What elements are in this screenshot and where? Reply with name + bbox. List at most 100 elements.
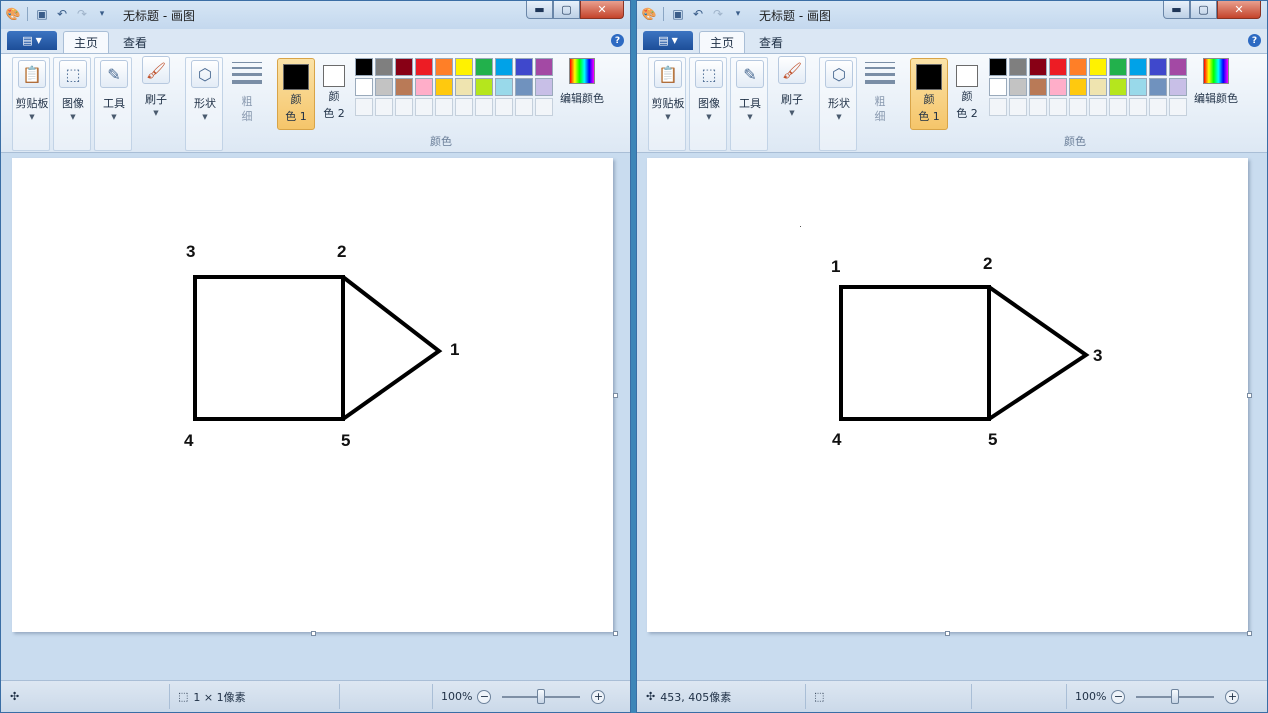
edit-colors-button[interactable]: 编辑颜色 (1191, 58, 1241, 106)
redo-icon[interactable]: ↷ (710, 6, 726, 22)
palette-color-swatch[interactable] (395, 58, 413, 76)
palette-custom-slot[interactable] (495, 98, 513, 116)
maximize-button[interactable]: ▢ (553, 1, 580, 19)
palette-color-swatch[interactable] (1089, 58, 1107, 76)
zoom-slider[interactable] (1136, 688, 1215, 704)
minimize-button[interactable]: ▬ (526, 1, 553, 19)
palette-color-swatch[interactable] (989, 58, 1007, 76)
palette-color-swatch[interactable] (475, 78, 493, 96)
palette-color-swatch[interactable] (1009, 58, 1027, 76)
tools-button[interactable]: ✎ 工具 ▼ (95, 60, 133, 121)
clipboard-button[interactable]: 📋 剪贴板 ▼ (649, 60, 687, 121)
edit-colors-button[interactable]: 编辑颜色 (557, 58, 607, 106)
palette-color-swatch[interactable] (415, 78, 433, 96)
shapes-button[interactable]: ⬡ 形状 ▼ (820, 60, 858, 121)
palette-custom-slot[interactable] (475, 98, 493, 116)
resize-handle-bottom[interactable] (311, 631, 316, 636)
palette-custom-slot[interactable] (375, 98, 393, 116)
palette-color-swatch[interactable] (1089, 78, 1107, 96)
brushes-button[interactable]: 🖌 刷子 ▼ (773, 56, 811, 117)
palette-color-swatch[interactable] (1109, 58, 1127, 76)
palette-custom-slot[interactable] (455, 98, 473, 116)
resize-handle-right[interactable] (613, 393, 618, 398)
maximize-button[interactable]: ▢ (1190, 1, 1217, 19)
undo-icon[interactable]: ↶ (54, 6, 70, 22)
title-bar[interactable]: 🎨 ▣ ↶ ↷ ▾ 无标题 - 画图 ▬ ▢ ✕ (1, 1, 630, 29)
zoom-in-icon[interactable]: + (1225, 689, 1240, 704)
palette-color-swatch[interactable] (1129, 78, 1147, 96)
palette-color-swatch[interactable] (375, 58, 393, 76)
tab-home[interactable]: 主页 (63, 31, 110, 53)
palette-color-swatch[interactable] (1149, 58, 1167, 76)
palette-custom-slot[interactable] (355, 98, 373, 116)
palette-color-swatch[interactable] (1169, 78, 1187, 96)
palette-color-swatch[interactable] (989, 78, 1007, 96)
image-button[interactable]: ⬚ 图像 ▼ (54, 60, 92, 121)
paint-app-icon[interactable]: 🎨 (641, 6, 657, 22)
resize-handle-right[interactable] (1247, 393, 1252, 398)
palette-color-swatch[interactable] (1149, 78, 1167, 96)
palette-custom-slot[interactable] (435, 98, 453, 116)
thickness-label[interactable]: 粗 细 (239, 94, 255, 124)
palette-color-swatch[interactable] (435, 78, 453, 96)
help-icon[interactable]: ? (611, 34, 624, 47)
resize-handle-bottom[interactable] (945, 631, 950, 636)
palette-custom-slot[interactable] (1049, 98, 1067, 116)
zoom-slider[interactable] (502, 688, 581, 704)
image-button[interactable]: ⬚ 图像 ▼ (690, 60, 728, 121)
minimize-button[interactable]: ▬ (1163, 1, 1190, 19)
drawing-canvas[interactable]: 3 2 1 4 5 (12, 158, 613, 632)
palette-color-swatch[interactable] (1029, 58, 1047, 76)
color2-button[interactable]: 颜 色 2 (315, 58, 353, 130)
palette-color-swatch[interactable] (355, 78, 373, 96)
palette-color-swatch[interactable] (1169, 58, 1187, 76)
close-button[interactable]: ✕ (1217, 1, 1261, 19)
drawing-canvas[interactable]: 1 2 3 4 5 (647, 158, 1248, 632)
customize-qat-icon[interactable]: ▾ (94, 6, 110, 22)
palette-color-swatch[interactable] (1029, 78, 1047, 96)
color1-button[interactable]: 颜 色 1 (910, 58, 948, 130)
palette-custom-slot[interactable] (1149, 98, 1167, 116)
resize-handle-corner[interactable] (613, 631, 618, 636)
palette-color-swatch[interactable] (495, 78, 513, 96)
tab-view[interactable]: 查看 (749, 31, 793, 53)
palette-custom-slot[interactable] (989, 98, 1007, 116)
palette-color-swatch[interactable] (535, 58, 553, 76)
palette-custom-slot[interactable] (1089, 98, 1107, 116)
zoom-in-icon[interactable]: + (591, 689, 606, 704)
palette-custom-slot[interactable] (415, 98, 433, 116)
thickness-label[interactable]: 粗 细 (872, 94, 888, 124)
palette-custom-slot[interactable] (1109, 98, 1127, 116)
palette-custom-slot[interactable] (515, 98, 533, 116)
palette-custom-slot[interactable] (1029, 98, 1047, 116)
line-width-icon[interactable] (232, 62, 262, 88)
palette-color-swatch[interactable] (435, 58, 453, 76)
color2-button[interactable]: 颜 色 2 (948, 58, 986, 130)
zoom-out-icon[interactable]: − (477, 689, 492, 704)
tools-button[interactable]: ✎ 工具 ▼ (731, 60, 769, 121)
zoom-out-icon[interactable]: − (1111, 689, 1126, 704)
palette-color-swatch[interactable] (455, 58, 473, 76)
save-icon[interactable]: ▣ (670, 6, 686, 22)
palette-color-swatch[interactable] (1049, 78, 1067, 96)
palette-custom-slot[interactable] (1169, 98, 1187, 116)
zoom-slider-thumb[interactable] (1171, 688, 1180, 704)
palette-color-swatch[interactable] (475, 58, 493, 76)
paint-app-icon[interactable]: 🎨 (5, 6, 21, 22)
palette-custom-slot[interactable] (395, 98, 413, 116)
tab-home[interactable]: 主页 (699, 31, 746, 53)
close-button[interactable]: ✕ (580, 1, 624, 19)
palette-color-swatch[interactable] (1069, 58, 1087, 76)
undo-icon[interactable]: ↶ (690, 6, 706, 22)
file-menu-button[interactable]: ▤ ▼ (643, 31, 693, 50)
palette-color-swatch[interactable] (1009, 78, 1027, 96)
palette-color-swatch[interactable] (515, 58, 533, 76)
title-bar[interactable]: 🎨 ▣ ↶ ↷ ▾ 无标题 - 画图 ▬ ▢ ✕ (637, 1, 1267, 29)
save-icon[interactable]: ▣ (34, 6, 50, 22)
line-width-icon[interactable] (865, 62, 895, 88)
resize-handle-corner[interactable] (1247, 631, 1252, 636)
help-icon[interactable]: ? (1248, 34, 1261, 47)
palette-color-swatch[interactable] (415, 58, 433, 76)
color1-button[interactable]: 颜 色 1 (277, 58, 315, 130)
palette-color-swatch[interactable] (495, 58, 513, 76)
